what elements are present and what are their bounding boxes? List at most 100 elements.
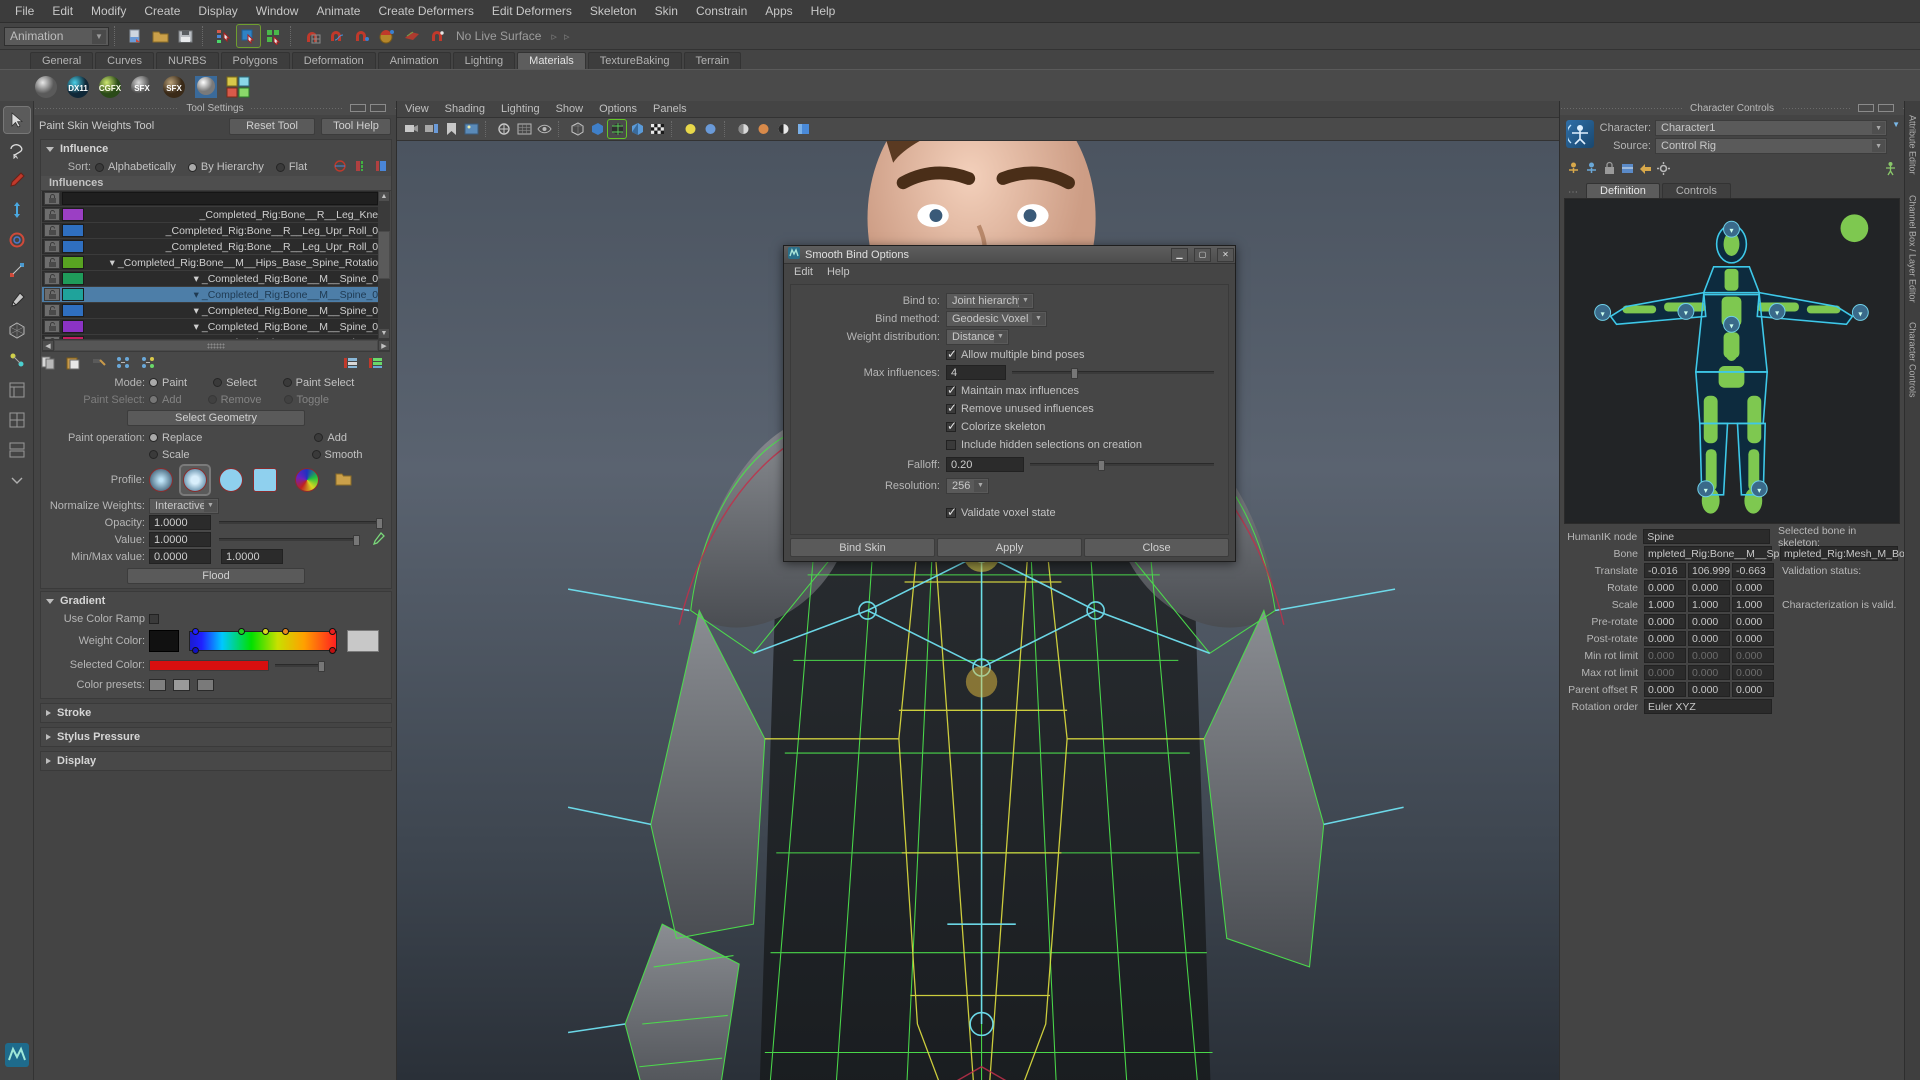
profile-solid-icon[interactable] [219, 468, 243, 492]
image-plane-icon[interactable] [462, 120, 480, 138]
rotation-order-value[interactable]: Euler XYZ [1644, 699, 1772, 714]
bone-property-value[interactable]: 106.999 [1688, 563, 1730, 578]
bone-property-value[interactable]: 0.000 [1644, 580, 1686, 595]
influences-list[interactable]: _Completed_Rig:Bone__R__Leg_Knee_Complet… [42, 191, 390, 339]
character-combo[interactable]: Character1 ▼ [1655, 120, 1887, 136]
persp-layout-icon[interactable] [4, 407, 30, 433]
menu-display[interactable]: Display [189, 0, 246, 23]
use-all-lights-icon[interactable] [701, 120, 719, 138]
cc-tab-definition[interactable]: Definition [1586, 183, 1660, 198]
shelf-tab-nurbs[interactable]: NURBS [156, 52, 219, 69]
select-tool-icon[interactable] [4, 107, 30, 133]
weight-color-end-swatch[interactable] [347, 630, 379, 652]
mode-paint-radio[interactable] [149, 378, 158, 387]
bone-property-value[interactable]: -0.663 [1732, 563, 1774, 578]
menu-modify[interactable]: Modify [82, 0, 135, 23]
menu-create[interactable]: Create [135, 0, 189, 23]
save-scene-icon[interactable] [174, 25, 197, 47]
shelf-tab-polygons[interactable]: Polygons [221, 52, 290, 69]
menu-create-deformers[interactable]: Create Deformers [369, 0, 482, 23]
sort-flat-radio[interactable] [276, 163, 285, 172]
ramp-marker[interactable] [238, 628, 245, 635]
color-preset-swatch[interactable] [149, 679, 166, 691]
use-color-ramp-checkbox[interactable] [149, 614, 159, 624]
reset-tool-button[interactable]: Reset Tool [229, 118, 315, 135]
show-influences-icon[interactable] [141, 356, 156, 370]
snap-to-projected-center-icon[interactable] [375, 25, 398, 47]
invert-selection-icon[interactable] [334, 160, 347, 175]
sort-by-hierarchy-radio[interactable] [188, 163, 197, 172]
max-influences-field[interactable]: 4 [946, 365, 1006, 380]
profile-browse-folder-icon[interactable] [335, 472, 352, 489]
ramp-marker[interactable] [192, 628, 199, 635]
maximize-icon[interactable]: ▢ [1194, 248, 1211, 262]
toggle-lock-icon[interactable] [355, 160, 367, 175]
cgfx-shader-icon[interactable]: CGFX [96, 73, 124, 101]
profile-soft-icon[interactable] [183, 468, 207, 492]
shelf-tab-terrain[interactable]: Terrain [684, 52, 742, 69]
lock-character-icon[interactable] [1602, 161, 1617, 176]
value-eyedropper-icon[interactable] [372, 532, 385, 548]
tab-overflow-icon[interactable]: ⋯ [1568, 187, 1582, 198]
flood-button[interactable]: Flood [127, 568, 305, 584]
snap-to-curve-icon[interactable] [325, 25, 348, 47]
influence-row[interactable]: ▾ _Completed_Rig:Bone__M__Spine_05 [42, 335, 390, 339]
camera-attributes-icon[interactable] [422, 120, 440, 138]
bone-property-value[interactable]: 0.000 [1644, 614, 1686, 629]
paint-op-smooth-radio[interactable] [312, 450, 321, 459]
new-scene-icon[interactable] [124, 25, 147, 47]
smooth-bind-options-dialog[interactable]: Smooth Bind Options ▁ ▢ ✕ Edit Help Bind… [783, 245, 1236, 562]
move-weights-icon[interactable] [116, 356, 131, 370]
bone-property-value[interactable]: 0.000 [1688, 580, 1730, 595]
dialog-menu-help[interactable]: Help [827, 266, 850, 278]
viewport-menu-shading[interactable]: Shading [445, 103, 485, 115]
validate-voxel-state-checkbox[interactable] [946, 508, 956, 518]
move-tool-icon[interactable] [4, 197, 30, 223]
bone-property-value[interactable]: 0.000 [1732, 682, 1774, 697]
menu-edit[interactable]: Edit [43, 0, 82, 23]
shelf-tab-general[interactable]: General [30, 52, 93, 69]
weight-color-ramp[interactable] [189, 631, 337, 651]
influence-lock-icon[interactable] [44, 320, 60, 333]
influence-color-swatch[interactable] [62, 320, 84, 333]
influence-row[interactable]: ▾ _Completed_Rig:Bone__M__Spine_01 [42, 271, 390, 287]
stylus-pressure-frame-header[interactable]: Stylus Pressure [41, 728, 391, 746]
paint-op-scale-radio[interactable] [149, 450, 158, 459]
source-combo[interactable]: Control Rig ▼ [1655, 138, 1887, 154]
bind-skin-button[interactable]: Bind Skin [790, 538, 935, 557]
menu-set-selector[interactable]: Animation ▼ [4, 27, 109, 46]
influence-row[interactable]: _Completed_Rig:Bone__R__Leg_Upr_Roll_02 [42, 239, 390, 255]
lasso-tool-icon[interactable] [4, 137, 30, 163]
influence-row[interactable]: ▾ _Completed_Rig:Bone__M__Spine_04 [42, 319, 390, 335]
scale-tool-icon[interactable] [4, 257, 30, 283]
perspective-viewport[interactable]: ViewShadingLightingShowOptionsPanels [397, 101, 1559, 1080]
influence-lock-icon[interactable] [44, 288, 60, 301]
smooth-shade-all-icon[interactable] [588, 120, 606, 138]
open-scene-icon[interactable] [149, 25, 172, 47]
soft-select-tool-icon[interactable] [4, 317, 30, 343]
opacity-slider-handle[interactable] [376, 518, 383, 529]
rotate-tool-icon[interactable] [4, 227, 30, 253]
influence-lock-icon[interactable] [44, 224, 60, 237]
panel-close-icon[interactable] [370, 104, 386, 112]
profile-soft-selected[interactable] [181, 466, 209, 494]
paint-op-replace-radio[interactable] [149, 433, 158, 442]
expand-collapse-arrows-icon[interactable]: ▹ ▹ [551, 30, 571, 43]
selected-color-slider-handle[interactable] [318, 661, 325, 672]
influence-row[interactable]: ▾ _Completed_Rig:Bone__M__Hips_Base_Spin… [42, 255, 390, 271]
stylus-pressure-frame[interactable]: Stylus Pressure [40, 727, 392, 747]
close-button[interactable]: Close [1084, 538, 1229, 557]
blinn-material-icon[interactable] [32, 73, 60, 101]
paint-skin-weights-tool-icon[interactable] [4, 287, 30, 313]
opacity-slider[interactable] [219, 521, 383, 524]
influences-scroll-thumb[interactable] [378, 231, 390, 279]
shelf-tab-texturebaking[interactable]: TextureBaking [588, 52, 682, 69]
menu-help[interactable]: Help [802, 0, 845, 23]
outliner-panel-icon[interactable] [4, 377, 30, 403]
color-preset-swatch[interactable] [173, 679, 190, 691]
ramp-marker[interactable] [262, 628, 269, 635]
influence-lock-icon[interactable] [44, 208, 60, 221]
select-geometry-button[interactable]: Select Geometry [127, 410, 305, 426]
character-controls-tab[interactable]: Character Controls [1908, 322, 1918, 398]
shelf-tab-deformation[interactable]: Deformation [292, 52, 376, 69]
